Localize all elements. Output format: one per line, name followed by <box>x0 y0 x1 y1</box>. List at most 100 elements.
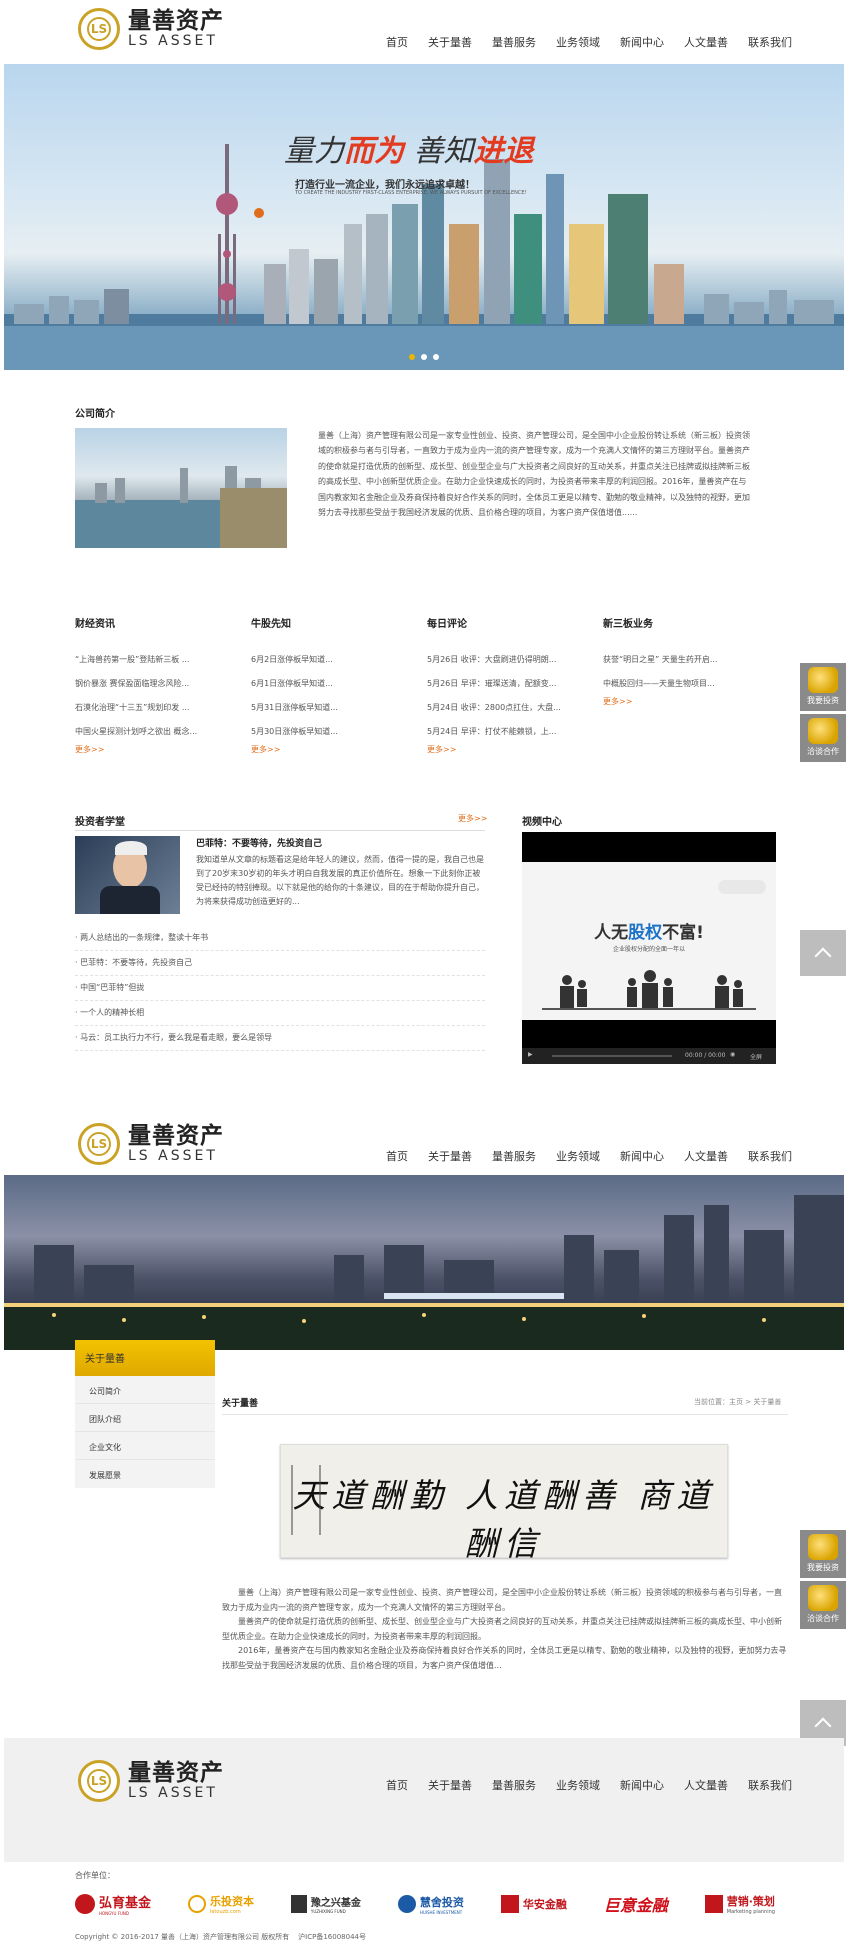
video-progress-bar[interactable] <box>552 1055 672 1057</box>
invest-button[interactable]: 我要投资 <box>800 1530 846 1578</box>
banner-slogan: 量力而为 善知进退 <box>284 134 534 169</box>
coins-icon <box>808 1534 838 1560</box>
intro-title: 公司简介 <box>75 409 115 420</box>
news-item[interactable]: 中国火星探测计划呼之欲出 概念... <box>75 720 205 744</box>
school-divider <box>75 830 485 831</box>
site-logo[interactable]: LS 量善资产 LS ASSET <box>78 1123 224 1165</box>
news-column-title: 新三板业务 <box>603 619 653 630</box>
news-item[interactable]: 5月24日 早评：打仗不能赖锁，上... <box>427 720 561 744</box>
nav-news[interactable]: 新闻中心 <box>610 1777 674 1793</box>
footer-logo[interactable]: LS 量善资产 LS ASSET <box>78 1760 224 1802</box>
nav-about[interactable]: 关于量善 <box>418 34 482 50</box>
about-menu-intro[interactable]: 公司简介 <box>75 1376 215 1404</box>
about-menu-culture[interactable]: 企业文化 <box>75 1432 215 1460</box>
logo-mark-icon: LS <box>78 1123 120 1165</box>
nav-contact[interactable]: 联系我们 <box>738 34 802 50</box>
nav-services[interactable]: 量善服务 <box>482 34 546 50</box>
school-more-link[interactable]: 更多>> <box>458 813 487 824</box>
intro-text: 量善（上海）资产管理有限公司是一家专业性创业、投资、资产管理公司，是全国中小企业… <box>318 431 750 518</box>
partner-hongyu[interactable]: 弘育基金 HONGYU FUND <box>75 1892 151 1916</box>
school-item[interactable]: · 马云：员工执行力不行，要么我是看走眼，要么是领导 <box>75 1026 485 1051</box>
nav-contact[interactable]: 联系我们 <box>738 1148 802 1164</box>
school-item[interactable]: · 中国“巴菲特”但拢 <box>75 976 485 1001</box>
banner-subtitle-cn: 打造行业一流企业，我们永远追求卓越！ <box>295 180 475 191</box>
school-item[interactable]: · 巴菲特：不要等待，先投资自己 <box>75 951 485 976</box>
partner-letou[interactable]: 乐投资本 letouzb.com <box>187 1892 254 1916</box>
news-item[interactable]: 中概股回归——天量生物项目... <box>603 672 733 696</box>
partner-juyi[interactable]: 巨意金融 <box>604 1892 668 1916</box>
cooperate-button[interactable]: 洽谈合作 <box>800 1581 846 1629</box>
hero-banner[interactable]: 量力而为 善知进退 打造行业一流企业，我们永远追求卓越！ TO CREATE T… <box>4 64 844 370</box>
school-feature-title[interactable]: 巴菲特：不要等待，先投资自己 <box>196 836 322 849</box>
banner-pager[interactable] <box>409 354 439 360</box>
partner-logo-icon <box>187 1895 206 1913</box>
news-item[interactable]: 6月2日涨停板早知道... <box>251 648 381 672</box>
about-para-2: 量善资产的使命就是打造优质的创新型、成长型、创业型企业与广大投资者之间良好的互动… <box>222 1617 782 1641</box>
school-item[interactable]: · 两人总结出的一条规律，整读十年书 <box>75 926 485 951</box>
volume-icon[interactable]: ◉ <box>730 1051 735 1058</box>
nav-home[interactable]: 首页 <box>376 34 418 50</box>
nav-culture[interactable]: 人文量善 <box>674 1777 738 1793</box>
about-menu-vision[interactable]: 发展愿景 <box>75 1460 215 1488</box>
more-link[interactable]: 更多>> <box>603 696 753 707</box>
nav-culture[interactable]: 人文量善 <box>674 1148 738 1164</box>
intro-image <box>75 428 287 548</box>
video-player[interactable]: 人无股权不富! 企业股权分配的全面一年以 ▶ 00:00 / 00:00 ◉ 全… <box>522 832 776 1064</box>
site-logo[interactable]: LS 量善资产 LS ASSET <box>78 8 224 50</box>
news-item[interactable]: “上海兽药第一股”登陆新三板 ... <box>75 648 205 672</box>
more-link[interactable]: 更多>> <box>427 744 603 755</box>
logo-mark-icon: LS <box>78 8 120 50</box>
about-sidebar: 关于量善 公司简介 团队介绍 企业文化 发展愿景 <box>75 1340 215 1488</box>
fullscreen-button[interactable]: 全屏 <box>750 1052 762 1061</box>
pager-dot[interactable] <box>421 354 427 360</box>
nav-news[interactable]: 新闻中心 <box>610 34 674 50</box>
nav-services[interactable]: 量善服务 <box>482 1148 546 1164</box>
school-title: 投资者学堂 <box>75 817 125 828</box>
partner-huishe[interactable]: 慧舍投资 HUISHE INVESTMENT <box>397 1892 464 1916</box>
news-item[interactable]: 5月26日 早评：璀璨送清，配额变... <box>427 672 561 696</box>
more-link[interactable]: 更多>> <box>75 744 251 755</box>
banner-subtitle-en: TO CREATE THE INDUSTRY FIRST-CLASS ENTER… <box>295 190 527 196</box>
about-menu-team[interactable]: 团队介绍 <box>75 1404 215 1432</box>
coins-icon <box>808 718 838 744</box>
news-item[interactable]: 5月24日 收评：2800点扛住，大盘... <box>427 696 561 720</box>
nav-about[interactable]: 关于量善 <box>418 1777 482 1793</box>
main-nav: 首页 关于量善 量善服务 业务领域 新闻中心 人文量善 联系我们 <box>376 34 802 50</box>
invest-button[interactable]: 我要投资 <box>800 663 846 711</box>
footer-nav: 首页 关于量善 量善服务 业务领域 新闻中心 人文量善 联系我们 <box>376 1777 802 1793</box>
news-item[interactable]: 5月31日涨停板早知道... <box>251 696 381 720</box>
buffett-photo <box>75 836 180 914</box>
partner-yuzhixing[interactable]: 豫之兴基金 YUZHIXING FUND <box>290 1892 361 1916</box>
partner-huaan[interactable]: 华安金融 <box>500 1892 567 1916</box>
nav-contact[interactable]: 联系我们 <box>738 1777 802 1793</box>
news-item[interactable]: 5月26日 收评：大盘刷进仍得明朗... <box>427 648 561 672</box>
news-item[interactable]: 石漠化治理“十三五”规划印发 ... <box>75 696 205 720</box>
nav-home[interactable]: 首页 <box>376 1777 418 1793</box>
logo-name-en: LS ASSET <box>128 33 218 49</box>
play-icon[interactable]: ▶ <box>528 1051 533 1058</box>
video-caption: 企业股权分配的全面一年以 <box>612 946 685 953</box>
school-item[interactable]: · 一个人的精神长相 <box>75 1001 485 1026</box>
pager-dot[interactable] <box>433 354 439 360</box>
nav-business[interactable]: 业务领域 <box>546 1148 610 1164</box>
nav-services[interactable]: 量善服务 <box>482 1777 546 1793</box>
nav-culture[interactable]: 人文量善 <box>674 34 738 50</box>
pager-dot-active[interactable] <box>409 354 415 360</box>
news-item[interactable]: 钢价暴涨 赛保盈面临理念风险... <box>75 672 205 696</box>
cooperate-button[interactable]: 洽谈合作 <box>800 714 846 762</box>
news-column-finance: 财经资讯 “上海兽药第一股”登陆新三板 ... 钢价暴涨 赛保盈面临理念风险..… <box>75 615 251 755</box>
nav-news[interactable]: 新闻中心 <box>610 1148 674 1164</box>
nav-home[interactable]: 首页 <box>376 1148 418 1164</box>
school-feature-text: 我知道单从文章的标题看这是给年轻人的建议，然而，值得一提的是，我自己也是到了20… <box>196 855 484 906</box>
nav-business[interactable]: 业务领域 <box>546 34 610 50</box>
partner-marketing[interactable]: 营销·策划 Marketing planning <box>704 1892 775 1916</box>
more-link[interactable]: 更多>> <box>251 744 427 755</box>
news-item[interactable]: 6月1日涨停板早知道... <box>251 672 381 696</box>
nav-about[interactable]: 关于量善 <box>418 1148 482 1164</box>
video-controls[interactable]: ▶ 00:00 / 00:00 ◉ 全屏 <box>522 1048 776 1064</box>
nav-business[interactable]: 业务领域 <box>546 1777 610 1793</box>
news-item[interactable]: 5月30日涨停板早知道... <box>251 720 381 744</box>
back-to-top-button[interactable] <box>800 930 846 976</box>
news-item[interactable]: 获誉“明日之星” 天量生药开启... <box>603 648 733 672</box>
icp-number[interactable]: 沪ICP备16008044号 <box>298 1933 366 1941</box>
